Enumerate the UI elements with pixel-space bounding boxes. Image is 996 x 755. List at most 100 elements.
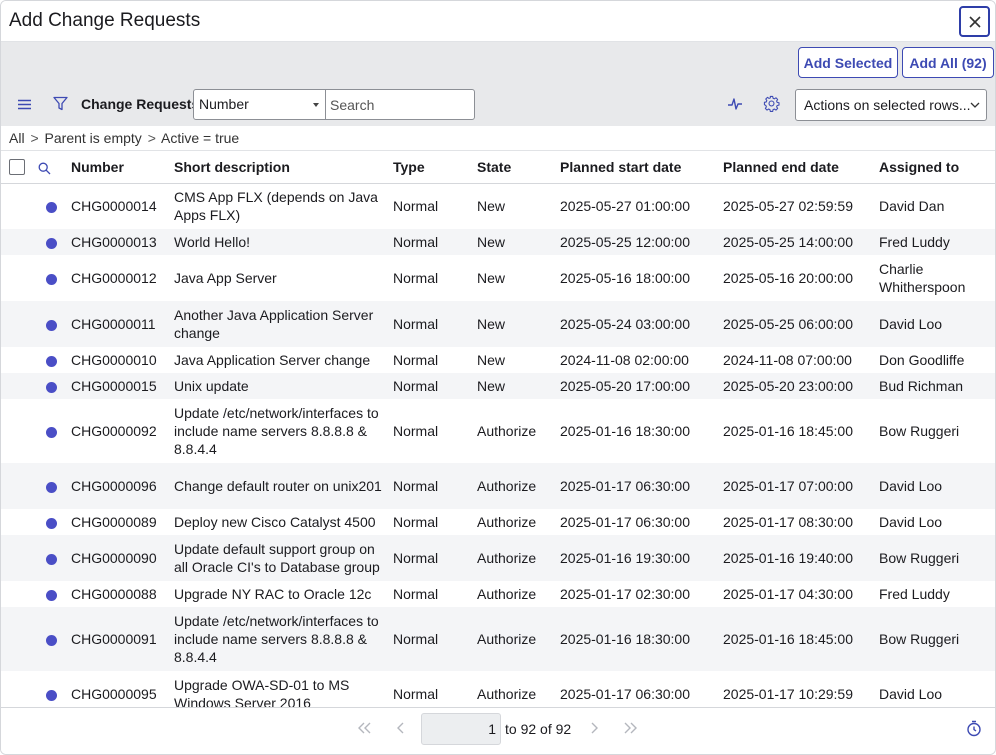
add-selected-button[interactable]: Add Selected — [798, 47, 898, 78]
cell-short-description: Update /etc/network/interfaces to includ… — [174, 607, 393, 671]
chevron-down-icon — [970, 102, 980, 108]
table-row[interactable]: CHG0000012 Java App Server Normal New 2025-0… — [1, 255, 995, 301]
cell-planned-end-date: 2025-05-25 14:00:00 — [723, 229, 879, 255]
cell-assigned-to: Fred Luddy — [879, 229, 995, 255]
cell-state: Authorize — [477, 607, 560, 671]
cell-planned-start-date: 2025-05-20 17:00:00 — [560, 373, 723, 399]
activity-pulse-icon[interactable] — [727, 96, 743, 112]
cell-type: Normal — [393, 607, 477, 671]
row-select-cell — [1, 301, 37, 347]
cell-number[interactable]: CHG0000011 — [71, 301, 174, 347]
cell-number[interactable]: CHG0000088 — [71, 581, 174, 607]
cell-state: Authorize — [477, 514, 537, 530]
column-header-number[interactable]: Number — [71, 151, 174, 184]
table-row[interactable]: CHG0000013 World Hello! Normal New 2025-05-2… — [1, 229, 995, 255]
cell-short-description: Update /etc/network/interfaces to includ… — [174, 405, 379, 457]
cell-assigned-to: David Loo — [879, 463, 995, 509]
row-status-cell — [37, 399, 71, 463]
next-page-icon[interactable] — [590, 722, 598, 734]
row-select-cell — [1, 229, 37, 255]
column-header-type[interactable]: Type — [393, 151, 477, 184]
cell-number[interactable]: CHG0000010 — [71, 347, 174, 373]
breadcrumb-item-all[interactable]: All — [9, 130, 25, 146]
gear-icon[interactable] — [763, 95, 780, 112]
row-status-cell — [37, 535, 71, 581]
column-header-planned-start-date[interactable]: Planned start date — [560, 151, 723, 184]
cell-number[interactable]: CHG0000014 — [71, 183, 174, 229]
change-requests-table: Number Short description Type State Plan… — [1, 151, 995, 707]
cell-state: Authorize — [477, 535, 560, 581]
table-row[interactable]: CHG0000092 Update /etc/network/interfaces… — [1, 399, 995, 463]
cell-planned-start-date: 2024-11-08 02:00:00 — [560, 352, 689, 368]
pagination-range: to 92 of 92 — [505, 721, 572, 737]
cell-planned-start-date: 2025-01-17 02:30:00 — [560, 586, 690, 602]
stopwatch-icon[interactable] — [966, 720, 982, 737]
add-all-button[interactable]: Add All (92) — [902, 47, 994, 78]
cell-short-description: Change default router on unix201 — [174, 463, 393, 509]
table-row[interactable]: CHG0000091 Update /etc/network/interfaces… — [1, 607, 995, 671]
cell-number[interactable]: CHG0000091 — [71, 607, 174, 671]
cell-short-description: Another Java Application Server change — [174, 301, 393, 347]
cell-state: New — [477, 229, 560, 255]
hamburger-menu-icon[interactable] — [18, 99, 31, 110]
close-button[interactable] — [959, 6, 990, 37]
column-header-state[interactable]: State — [477, 151, 560, 184]
cell-assigned-to: David Loo — [879, 686, 943, 702]
row-status-cell — [37, 373, 71, 399]
status-dot-icon — [46, 553, 57, 565]
table-row[interactable]: CHG0000096 Change default router on unix2… — [1, 463, 995, 509]
row-select-cell — [1, 581, 37, 607]
breadcrumb-item-active-true[interactable]: Active = true — [161, 130, 239, 146]
cell-planned-start-date: 2025-01-17 06:30:00 — [560, 686, 690, 702]
table-row[interactable]: CHG0000010 Java Application Server change… — [1, 347, 995, 373]
cell-number[interactable]: CHG0000013 — [71, 229, 174, 255]
table-row[interactable]: CHG0000090 Update default support group o… — [1, 535, 995, 581]
cell-state: Authorize — [477, 686, 537, 702]
change-requests-table-container[interactable]: Number Short description Type State Plan… — [1, 151, 995, 707]
cell-number[interactable]: CHG0000012 — [71, 255, 174, 301]
table-row[interactable]: CHG0000095 Upgrade OWA-SD-01 to MS Window… — [1, 671, 995, 707]
breadcrumb-item-parent-empty[interactable]: Parent is empty — [45, 130, 142, 146]
cell-assigned-to: David Loo — [879, 514, 943, 530]
actions-on-selected-rows-select[interactable]: Actions on selected rows... — [795, 89, 987, 121]
cell-state: New — [477, 270, 506, 286]
row-status-cell — [37, 671, 71, 707]
last-page-icon[interactable] — [623, 722, 637, 734]
table-row[interactable]: CHG0000011 Another Java Application Serve… — [1, 301, 995, 347]
cell-state: Authorize — [477, 463, 560, 509]
search-field-select[interactable]: Number — [193, 89, 326, 120]
filter-icon[interactable] — [53, 96, 68, 111]
table-row[interactable]: CHG0000015 Unix update Normal New 2025-05-20… — [1, 373, 995, 399]
cell-number[interactable]: CHG0000090 — [71, 535, 174, 581]
row-select-cell — [1, 535, 37, 581]
cell-number[interactable]: CHG0000096 — [71, 463, 174, 509]
current-row-input[interactable] — [421, 713, 501, 745]
column-header-assigned-to[interactable]: Assigned to — [879, 151, 995, 184]
cell-state: New — [477, 373, 560, 399]
breadcrumb-separator: > — [30, 130, 39, 146]
table-row[interactable]: CHG0000089 Deploy new Cisco Catalyst 4500… — [1, 509, 995, 535]
status-dot-icon — [46, 381, 57, 393]
search-icon[interactable] — [38, 162, 51, 175]
first-page-icon[interactable] — [358, 722, 372, 734]
column-header-planned-end-date[interactable]: Planned end date — [723, 151, 879, 184]
table-row[interactable]: CHG0000088 Upgrade NY RAC to Oracle 12c No… — [1, 581, 995, 607]
table-row[interactable]: CHG0000014 CMS App FLX (depends on Java A… — [1, 183, 995, 229]
status-dot-icon — [46, 634, 57, 646]
cell-planned-end-date: 2025-05-20 23:00:00 — [723, 373, 879, 399]
previous-page-icon[interactable] — [397, 722, 405, 734]
cell-type: Normal — [393, 463, 477, 509]
cell-number[interactable]: CHG0000092 — [71, 399, 174, 463]
cell-type: Normal — [393, 301, 477, 347]
cell-planned-end-date: 2025-01-17 10:29:59 — [723, 686, 853, 702]
cell-planned-end-date: 2025-05-27 02:59:59 — [723, 198, 853, 215]
cell-number[interactable]: CHG0000015 — [71, 373, 174, 399]
row-status-cell — [37, 463, 71, 509]
cell-planned-start-date: 2025-01-17 06:30:00 — [560, 514, 690, 530]
column-header-short-description[interactable]: Short description — [174, 151, 393, 184]
select-all-checkbox[interactable] — [9, 159, 25, 176]
cell-number[interactable]: CHG0000095 — [71, 671, 174, 707]
row-status-cell — [37, 301, 71, 347]
cell-number[interactable]: CHG0000089 — [71, 509, 174, 535]
search-input[interactable] — [325, 89, 475, 120]
